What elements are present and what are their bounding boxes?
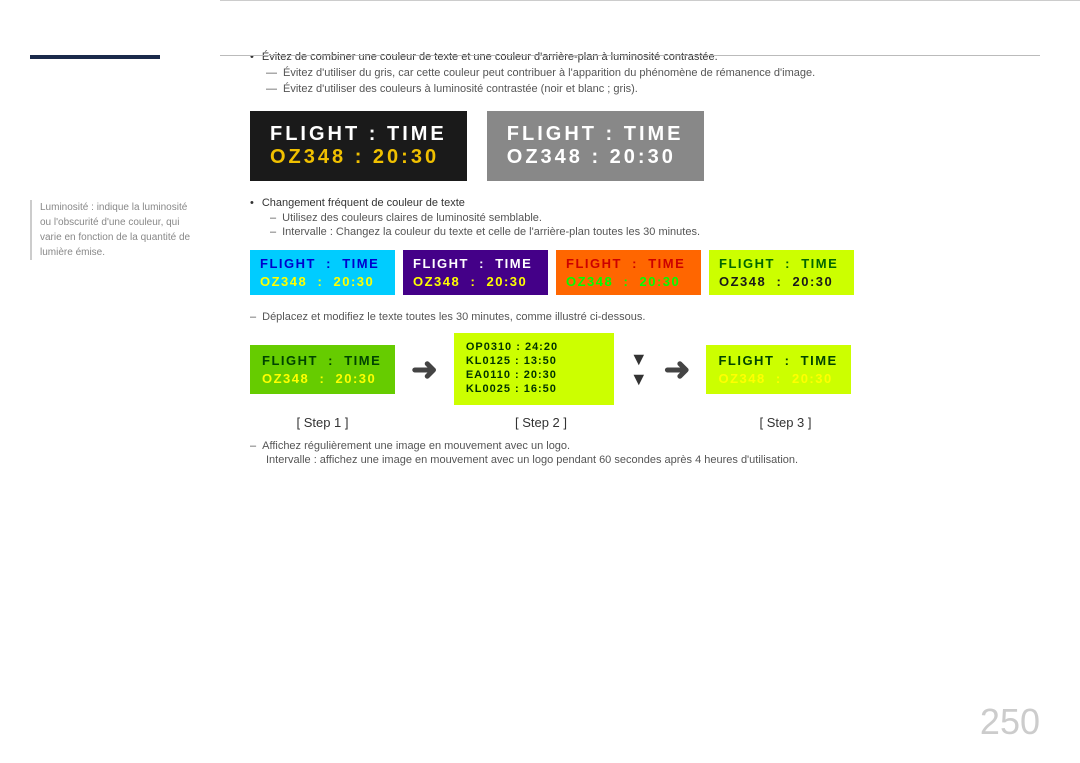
card-gray-row1: FLIGHT : TIME xyxy=(507,123,684,146)
card-dark-row2: OZ348 : 20:30 xyxy=(270,146,447,169)
arrow-right-1: ➜ xyxy=(411,350,438,388)
dash-2: Évitez d'utiliser des couleurs à luminos… xyxy=(250,83,1040,95)
sub-dash-1: Utilisez des couleurs claires de luminos… xyxy=(250,212,1040,224)
bottom-note: Affichez régulièrement une image en mouv… xyxy=(250,440,1040,466)
step2-r4: KL0025 : 16:50 xyxy=(466,383,602,395)
step1-label: [ Step 1 ] xyxy=(250,415,395,430)
sub-dash-2: Intervalle : Changez la couleur du texte… xyxy=(250,226,1040,238)
step3-label: [ Step 3 ] xyxy=(713,415,858,430)
step1-card: FLIGHT : TIME OZ348 : 20:30 xyxy=(250,345,395,394)
main-cards-row: FLIGHT : TIME OZ348 : 20:30 FLIGHT : TIM… xyxy=(250,111,1040,181)
sidebar-note: Luminosité : indique la luminosité ou l'… xyxy=(30,200,200,260)
arrow-right-2: ➜ xyxy=(664,350,691,388)
card-gray-row2: OZ348 : 20:30 xyxy=(507,146,684,169)
card-purple: FLIGHT : TIME OZ348 : 20:30 xyxy=(403,250,548,295)
card-cyan-r1: FLIGHT : TIME xyxy=(260,256,385,271)
card-yellow-r2: OZ348 : 20:30 xyxy=(719,274,844,289)
step2-r1: OP0310 : 24:20 xyxy=(466,341,602,353)
step3-r1: FLIGHT : TIME xyxy=(718,353,839,368)
dash-1: Évitez d'utiliser du gris, car cette cou… xyxy=(250,67,1040,79)
step-labels-row: [ Step 1 ] [ Step 2 ] [ Step 3 ] xyxy=(250,415,1040,430)
card-purple-r1: FLIGHT : TIME xyxy=(413,256,538,271)
bottom-note-2: Intervalle : affichez une image en mouve… xyxy=(250,454,1040,466)
change-bullet: Changement fréquent de couleur de texte xyxy=(250,197,1040,209)
card-dark: FLIGHT : TIME OZ348 : 20:30 xyxy=(250,111,467,181)
step3-card: FLIGHT : TIME OZ348 : 20:30 xyxy=(706,345,851,394)
step3-r2: OZ348 : 20:30 xyxy=(718,371,839,386)
bottom-dash-1: Affichez régulièrement une image en mouv… xyxy=(250,440,1040,452)
steps-section: Déplacez et modifiez le texte toutes les… xyxy=(250,311,1040,430)
move-dash: Déplacez et modifiez le texte toutes les… xyxy=(250,311,1040,323)
step2-card: OP0310 : 24:20 KL0125 : 13:50 EA0110 : 2… xyxy=(454,333,614,405)
card-orange: FLIGHT : TIME OZ348 : 20:30 xyxy=(556,250,701,295)
card-dark-row1: FLIGHT : TIME xyxy=(270,123,447,146)
card-cyan-r2: OZ348 : 20:30 xyxy=(260,274,385,289)
step1-r1: FLIGHT : TIME xyxy=(262,353,383,368)
sidebar-bar xyxy=(30,55,160,59)
steps-row: FLIGHT : TIME OZ348 : 20:30 ➜ OP0310 : 2… xyxy=(250,333,1040,405)
color-section: Changement fréquent de couleur de texte … xyxy=(250,197,1040,238)
step2-r2: KL0125 : 13:50 xyxy=(466,355,602,367)
step1-r2: OZ348 : 20:30 xyxy=(262,371,383,386)
sidebar: Luminosité : indique la luminosité ou l'… xyxy=(0,0,220,763)
card-gray: FLIGHT : TIME OZ348 : 20:30 xyxy=(487,111,704,181)
arrow-down-group: ▼ ▼ xyxy=(630,350,648,388)
card-cyan: FLIGHT : TIME OZ348 : 20:30 xyxy=(250,250,395,295)
card-yellow: FLIGHT : TIME OZ348 : 20:30 xyxy=(709,250,854,295)
card-yellow-r1: FLIGHT : TIME xyxy=(719,256,844,271)
main-content: Évitez de combiner une couleur de texte … xyxy=(220,0,1080,763)
bullet-1: Évitez de combiner une couleur de texte … xyxy=(250,51,1040,63)
top-divider xyxy=(220,55,1040,56)
arrow-down-1: ▼ xyxy=(630,350,648,368)
top-bullets: Évitez de combiner une couleur de texte … xyxy=(250,51,1040,95)
step2-r3: EA0110 : 20:30 xyxy=(466,369,602,381)
step2-label: [ Step 2 ] xyxy=(461,415,621,430)
color-cards-row: FLIGHT : TIME OZ348 : 20:30 FLIGHT : TIM… xyxy=(250,250,1040,295)
card-orange-r2: OZ348 : 20:30 xyxy=(566,274,691,289)
card-orange-r1: FLIGHT : TIME xyxy=(566,256,691,271)
arrow-down-2: ▼ xyxy=(630,370,648,388)
card-purple-r2: OZ348 : 20:30 xyxy=(413,274,538,289)
page-number: 250 xyxy=(980,701,1040,743)
